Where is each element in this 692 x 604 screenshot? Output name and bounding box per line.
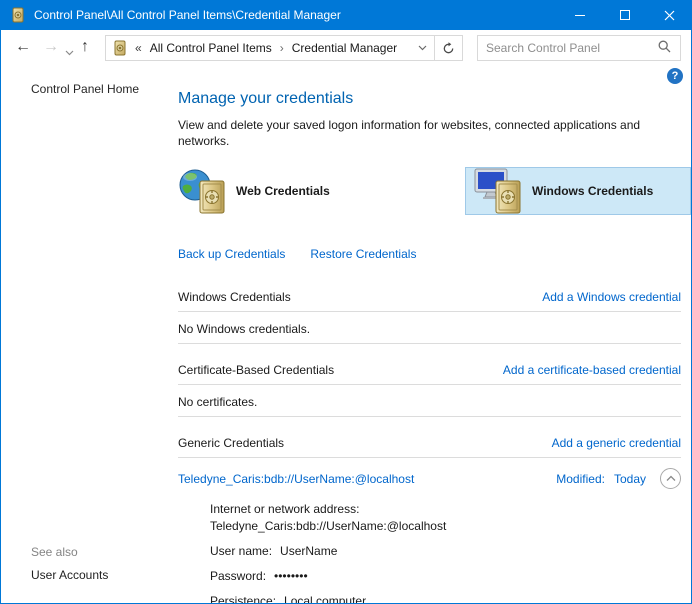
address-bar[interactable]: « All Control Panel Items › Credential M… xyxy=(105,35,463,61)
credential-actions: Back up Credentials Restore Credentials xyxy=(178,247,681,261)
credential-name-link[interactable]: Teledyne_Caris:bdb://UserName:@localhost xyxy=(178,472,414,486)
up-button[interactable]: ↑ xyxy=(81,38,89,56)
divider xyxy=(178,457,681,458)
search-icon[interactable] xyxy=(658,40,671,56)
close-button[interactable] xyxy=(647,0,692,30)
forward-button[interactable]: → xyxy=(43,38,59,56)
username-value: UserName xyxy=(280,544,337,558)
credential-details: Internet or network address: Teledyne_Ca… xyxy=(210,501,681,604)
credential-type-tiles: Web Credentials xyxy=(178,167,681,215)
no-windows-credentials-text: No Windows credentials. xyxy=(178,322,681,336)
web-credentials-label: Web Credentials xyxy=(236,184,330,198)
page-title: Manage your credentials xyxy=(178,90,681,108)
backup-credentials-link[interactable]: Back up Credentials xyxy=(178,247,285,261)
refresh-button[interactable] xyxy=(434,36,462,60)
section-title: Certificate-Based Credentials xyxy=(178,363,334,377)
sidebar-item-control-panel-home[interactable]: Control Panel Home xyxy=(31,82,139,96)
divider xyxy=(178,384,681,385)
maximize-icon xyxy=(620,10,630,20)
persistence-label: Persistence: xyxy=(210,594,276,604)
windows-credentials-section-header: Windows Credentials Add a Windows creden… xyxy=(178,290,681,304)
add-generic-credential-link[interactable]: Add a generic credential xyxy=(552,436,681,450)
password-label: Password: xyxy=(210,569,266,583)
page-description: View and delete your saved logon informa… xyxy=(178,117,670,149)
close-icon xyxy=(664,10,675,21)
maximize-button[interactable] xyxy=(602,0,647,30)
address-label: Internet or network address: xyxy=(210,501,681,518)
section-title: Generic Credentials xyxy=(178,436,284,450)
recent-pages-chevron-icon[interactable] xyxy=(65,45,74,59)
chevron-up-icon xyxy=(666,475,676,482)
divider xyxy=(178,343,681,344)
safe-icon xyxy=(199,180,225,214)
modified-label: Modified: xyxy=(556,472,605,486)
back-button[interactable]: ← xyxy=(15,38,31,56)
credential-row[interactable]: Teledyne_Caris:bdb://UserName:@localhost… xyxy=(178,468,681,489)
web-credentials-tile[interactable]: Web Credentials xyxy=(178,167,330,215)
web-credentials-icon xyxy=(178,168,228,214)
generic-credentials-section-header: Generic Credentials Add a generic creden… xyxy=(178,436,681,450)
breadcrumb-credential-manager[interactable]: Credential Manager xyxy=(290,40,399,56)
windows-credentials-tile[interactable]: Windows Credentials xyxy=(465,167,691,215)
breadcrumb-overflow-icon[interactable]: « xyxy=(135,41,142,55)
search-box xyxy=(477,35,681,61)
username-label: User name: xyxy=(210,544,272,558)
window-title: Control Panel\All Control Panel Items\Cr… xyxy=(34,8,341,22)
certificate-credentials-section-header: Certificate-Based Credentials Add a cert… xyxy=(178,363,681,377)
search-input[interactable] xyxy=(478,41,654,55)
safe-icon xyxy=(495,180,521,214)
minimize-button[interactable] xyxy=(557,0,602,30)
main-content: Manage your credentials View and delete … xyxy=(178,66,681,604)
divider xyxy=(178,416,681,417)
breadcrumb-separator-icon: › xyxy=(280,41,284,55)
add-certificate-credential-link[interactable]: Add a certificate-based credential xyxy=(503,363,681,377)
address-value: Teledyne_Caris:bdb://UserName:@localhost xyxy=(210,518,681,535)
address-dropdown-chevron-icon[interactable] xyxy=(410,45,434,51)
restore-credentials-link[interactable]: Restore Credentials xyxy=(310,247,416,261)
collapse-credential-button[interactable] xyxy=(660,468,681,489)
title-bar: Control Panel\All Control Panel Items\Cr… xyxy=(0,0,692,30)
sidebar-item-user-accounts[interactable]: User Accounts xyxy=(31,568,108,582)
minimize-icon xyxy=(575,15,585,16)
credential-manager-breadcrumb-icon xyxy=(112,40,128,56)
section-title: Windows Credentials xyxy=(178,290,291,304)
credential-manager-app-icon xyxy=(10,7,26,23)
persistence-value: Local computer xyxy=(284,594,366,604)
add-windows-credential-link[interactable]: Add a Windows credential xyxy=(542,290,681,304)
see-also-label: See also xyxy=(31,545,78,559)
no-certificates-text: No certificates. xyxy=(178,395,681,409)
password-value: •••••••• xyxy=(274,569,308,583)
windows-credentials-icon xyxy=(474,168,524,214)
divider xyxy=(178,311,681,312)
navigation-bar: ← → ↑ « All Control Panel Items › Creden… xyxy=(1,30,691,66)
refresh-icon xyxy=(442,42,455,55)
windows-credentials-label: Windows Credentials xyxy=(532,184,653,198)
breadcrumb-all-control-panel-items[interactable]: All Control Panel Items xyxy=(148,40,274,56)
credential-manager-window: Control Panel\All Control Panel Items\Cr… xyxy=(0,0,692,604)
modified-value: Today xyxy=(614,472,646,486)
